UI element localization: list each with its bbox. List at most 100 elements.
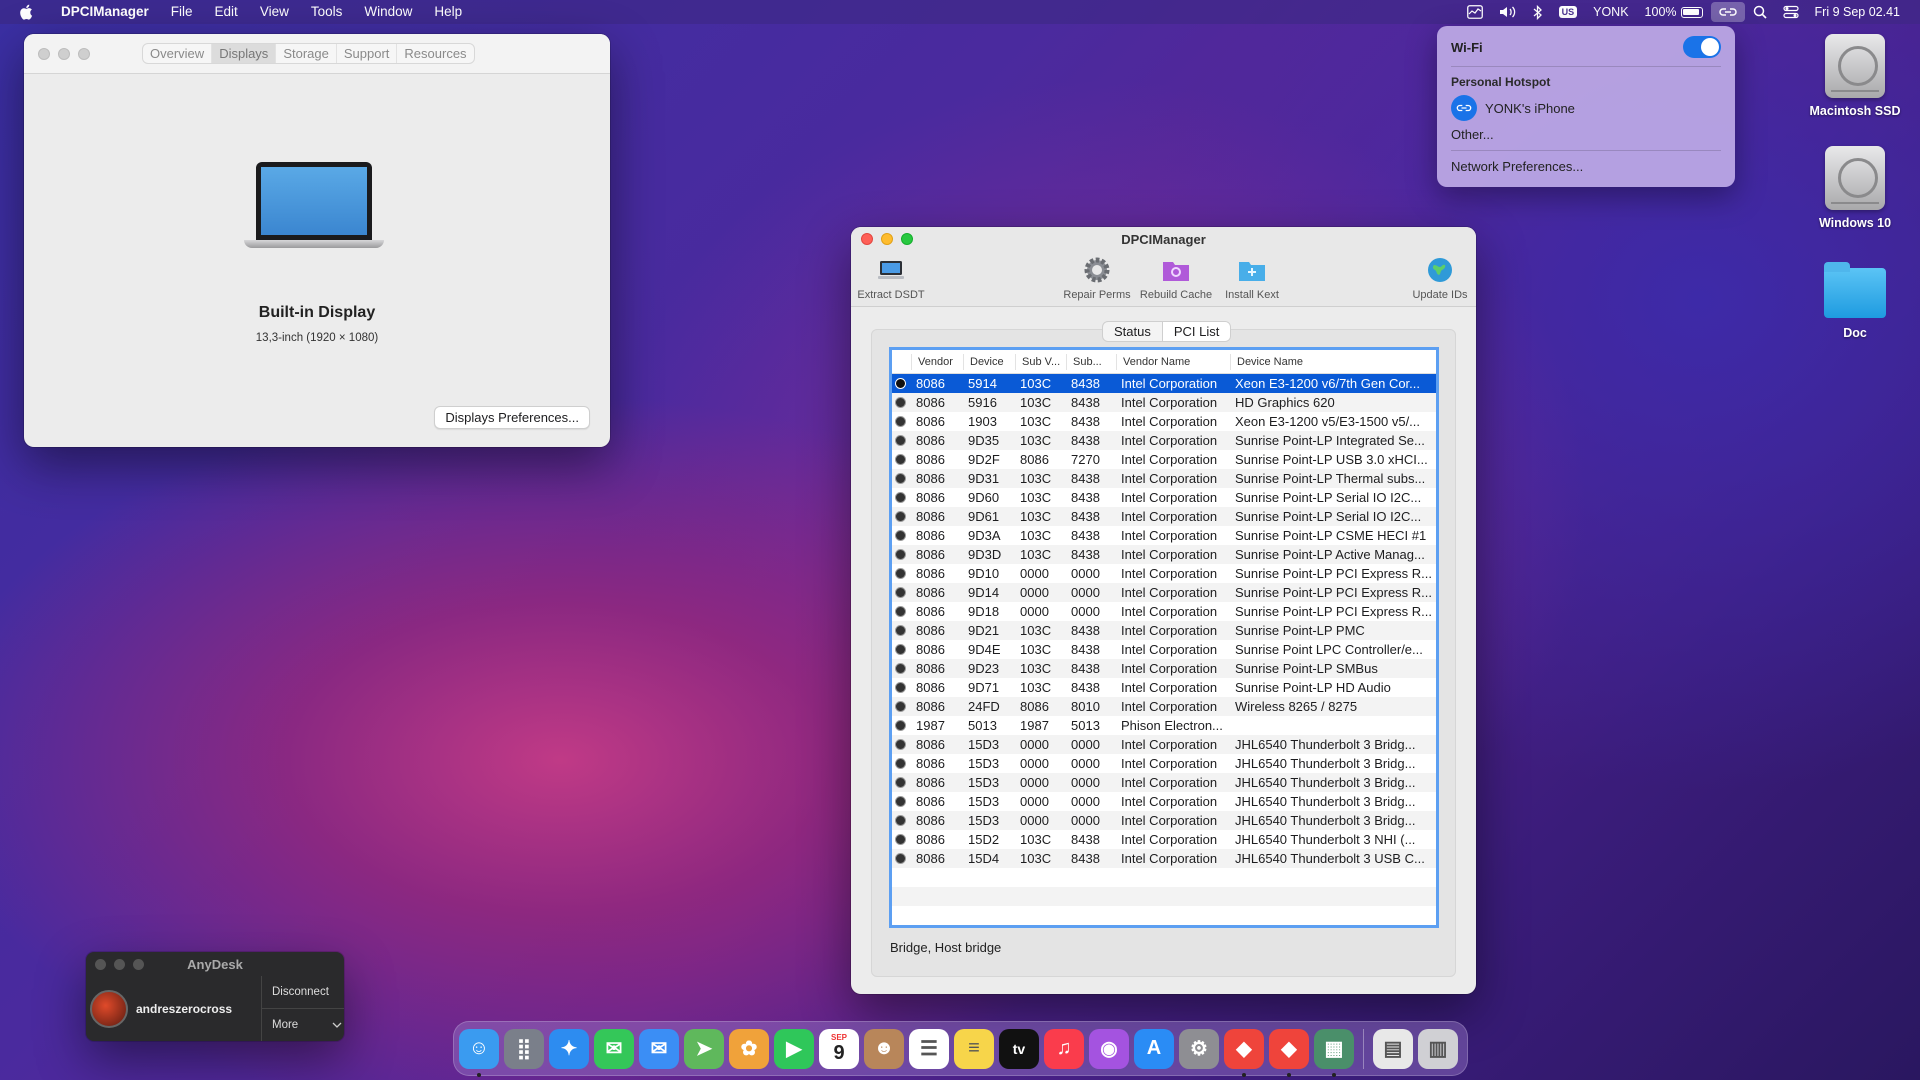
other-networks-item[interactable]: Other... bbox=[1451, 127, 1721, 142]
document-icon[interactable]: ▤ bbox=[1373, 1028, 1413, 1069]
settings-icon[interactable]: ⚙ bbox=[1179, 1028, 1219, 1069]
table-row[interactable]: 8086 9D31 103C 8438 Intel Corporation Sunrise… bbox=[892, 469, 1436, 488]
table-row[interactable]: 8086 9D61 103C 8438 Intel Corporation Sunrise… bbox=[892, 507, 1436, 526]
tab-support[interactable]: Support bbox=[337, 44, 398, 63]
activity-monitor-icon[interactable] bbox=[1459, 0, 1491, 24]
menu-file[interactable]: File bbox=[160, 0, 204, 24]
displays-preferences-button[interactable]: Displays Preferences... bbox=[434, 406, 590, 429]
mail-icon[interactable]: ✉ bbox=[639, 1028, 679, 1069]
tab-overview[interactable]: Overview bbox=[143, 44, 213, 63]
menu-window[interactable]: Window bbox=[353, 0, 423, 24]
table-row[interactable]: 8086 15D3 0000 0000 Intel Corporation JHL6540… bbox=[892, 754, 1436, 773]
spotlight-search-icon[interactable] bbox=[1745, 0, 1775, 24]
table-row[interactable]: 8086 9D71 103C 8438 Intel Corporation Sunrise… bbox=[892, 678, 1436, 697]
table-row[interactable]: 8086 24FD 8086 8010 Intel Corporation Wireles… bbox=[892, 697, 1436, 716]
table-row[interactable]: 8086 9D35 103C 8438 Intel Corporation Sunrise… bbox=[892, 431, 1436, 450]
anydesk-icon[interactable]: ◆ bbox=[1224, 1028, 1264, 1077]
tab-status[interactable]: Status bbox=[1103, 322, 1162, 341]
table-row[interactable]: 8086 9D10 0000 0000 Intel Corporation Sunrise… bbox=[892, 564, 1436, 583]
table-row[interactable]: 8086 15D2 103C 8438 Intel Corporation JHL6540… bbox=[892, 830, 1436, 849]
more-button[interactable]: More bbox=[262, 1009, 344, 1041]
zoom-button[interactable] bbox=[78, 47, 90, 60]
display-name: Built-in Display bbox=[258, 304, 376, 321]
calendar-icon[interactable]: SEP 9 bbox=[819, 1028, 859, 1069]
appstore-icon[interactable]: A bbox=[1134, 1028, 1174, 1069]
table-row[interactable]: 8086 9D4E 103C 8438 Intel Corporation Sunrise… bbox=[892, 640, 1436, 659]
keyboard-input-icon[interactable]: US bbox=[1551, 0, 1586, 24]
menu-view[interactable]: View bbox=[249, 0, 300, 24]
close-button[interactable] bbox=[38, 47, 50, 60]
disconnect-button[interactable]: Disconnect bbox=[262, 976, 344, 1009]
column-header-subvendor[interactable]: Sub V... bbox=[1016, 353, 1067, 370]
menu-edit[interactable]: Edit bbox=[204, 0, 249, 24]
wifi-toggle[interactable] bbox=[1683, 36, 1721, 58]
menu-tools[interactable]: Tools bbox=[300, 0, 354, 24]
menu-user[interactable]: YONK bbox=[1585, 0, 1636, 24]
launchpad-icon[interactable]: ⣿ bbox=[504, 1028, 544, 1069]
volume-icon[interactable] bbox=[1491, 0, 1525, 24]
column-header-subdevice[interactable]: Sub... bbox=[1067, 353, 1117, 370]
tab-pci-list[interactable]: PCI List bbox=[1161, 322, 1231, 341]
table-row[interactable]: 8086 1903 103C 8438 Intel Corporation Xeon E3… bbox=[892, 412, 1436, 431]
hotspot-status-icon[interactable] bbox=[1710, 2, 1745, 22]
desktop-macintosh-ssd[interactable]: Macintosh SSD bbox=[1795, 34, 1915, 118]
bluetooth-icon[interactable] bbox=[1525, 0, 1551, 24]
apple-icon[interactable] bbox=[18, 3, 36, 21]
desktop-windows-10[interactable]: Windows 10 bbox=[1795, 146, 1915, 230]
network-preferences-item[interactable]: Network Preferences... bbox=[1451, 159, 1721, 174]
table-row[interactable]: 8086 5914 103C 8438 Intel Corporation Xeon E3… bbox=[892, 374, 1436, 393]
calendar-day: 9 bbox=[833, 1042, 845, 1064]
table-row[interactable]: 8086 9D60 103C 8438 Intel Corporation Sunrise… bbox=[892, 488, 1436, 507]
tab-displays[interactable]: Displays bbox=[212, 44, 277, 63]
tab-storage[interactable]: Storage bbox=[276, 44, 337, 63]
hotspot-item[interactable]: YONK's iPhone bbox=[1451, 95, 1721, 121]
table-row[interactable]: 8086 15D4 103C 8438 Intel Corporation JHL6540… bbox=[892, 849, 1436, 868]
table-row[interactable]: 8086 15D3 0000 0000 Intel Corporation JHL6540… bbox=[892, 811, 1436, 830]
extract-dsdt-button[interactable]: Extract DSDT bbox=[856, 255, 926, 301]
desktop-doc-folder[interactable]: Doc bbox=[1795, 262, 1915, 340]
column-header-device-name[interactable]: Device Name bbox=[1231, 354, 1436, 370]
menu-app-name[interactable]: DPCIManager bbox=[50, 0, 160, 24]
maps-icon[interactable]: ➤ bbox=[684, 1028, 724, 1069]
column-header-vendor[interactable]: Vendor bbox=[912, 353, 964, 370]
table-row[interactable]: 8086 9D23 103C 8438 Intel Corporation Sunrise… bbox=[892, 659, 1436, 678]
table-row[interactable]: 8086 15D3 0000 0000 Intel Corporation JHL6540… bbox=[892, 773, 1436, 792]
contacts-icon[interactable]: ☻ bbox=[864, 1028, 904, 1069]
control-center-icon[interactable] bbox=[1775, 0, 1807, 24]
table-row[interactable]: 8086 9D18 0000 0000 Intel Corporation Sunrise… bbox=[892, 602, 1436, 621]
reminders-icon[interactable]: ☰ bbox=[909, 1028, 949, 1069]
column-header-device[interactable]: Device bbox=[964, 353, 1016, 370]
table-row[interactable]: 8086 9D21 103C 8438 Intel Corporation Sunrise… bbox=[892, 621, 1436, 640]
table-row[interactable]: 8086 9D3A 103C 8438 Intel Corporation Sunrise… bbox=[892, 526, 1436, 545]
podcasts-icon[interactable]: ◉ bbox=[1089, 1028, 1129, 1069]
install-kext-button[interactable]: Install Kext bbox=[1217, 255, 1287, 301]
tab-resources[interactable]: Resources bbox=[397, 44, 473, 63]
minimize-button[interactable] bbox=[58, 47, 70, 60]
column-header-vendor-name[interactable]: Vendor Name bbox=[1117, 353, 1231, 370]
table-row[interactable]: 8086 15D3 0000 0000 Intel Corporation JHL6540… bbox=[892, 735, 1436, 754]
anydesk-remote-icon[interactable]: ◆ bbox=[1269, 1028, 1309, 1077]
notes-icon[interactable]: ≡ bbox=[954, 1028, 994, 1069]
music-icon[interactable]: ♫ bbox=[1044, 1028, 1084, 1069]
photos-icon[interactable]: ✿ bbox=[729, 1028, 769, 1069]
table-row[interactable]: 8086 9D14 0000 0000 Intel Corporation Sunrise… bbox=[892, 583, 1436, 602]
table-row[interactable]: 8086 5916 103C 8438 Intel Corporation HD Grap… bbox=[892, 393, 1436, 412]
finder-icon[interactable]: ☺ bbox=[459, 1028, 499, 1077]
dpcimanager-icon[interactable]: ▦ bbox=[1314, 1028, 1354, 1077]
menu-help[interactable]: Help bbox=[423, 0, 473, 24]
update-ids-button[interactable]: Update IDs bbox=[1407, 255, 1473, 301]
facetime-icon[interactable]: ▶ bbox=[774, 1028, 814, 1069]
repair-perms-button[interactable]: Repair Perms bbox=[1059, 255, 1135, 301]
trash-icon[interactable]: ▥ bbox=[1418, 1028, 1458, 1069]
rebuild-cache-button[interactable]: Rebuild Cache bbox=[1136, 255, 1216, 301]
pci-table[interactable]: Vendor Device Sub V... Sub... Vendor Nam… bbox=[889, 347, 1439, 928]
safari-icon[interactable]: ✦ bbox=[549, 1028, 589, 1069]
table-row[interactable]: 8086 15D3 0000 0000 Intel Corporation JHL6540… bbox=[892, 792, 1436, 811]
tv-icon[interactable]: tv bbox=[999, 1028, 1039, 1069]
table-row[interactable]: 8086 9D3D 103C 8438 Intel Corporation Sunrise… bbox=[892, 545, 1436, 564]
battery-status[interactable]: 100% bbox=[1637, 0, 1711, 24]
table-row[interactable]: 1987 5013 1987 5013 Phison Electron... bbox=[892, 716, 1436, 735]
table-row[interactable]: 8086 9D2F 8086 7270 Intel Corporation Sunrise… bbox=[892, 450, 1436, 469]
messages-icon[interactable]: ✉ bbox=[594, 1028, 634, 1069]
menu-clock[interactable]: Fri 9 Sep 02.41 bbox=[1807, 0, 1908, 24]
